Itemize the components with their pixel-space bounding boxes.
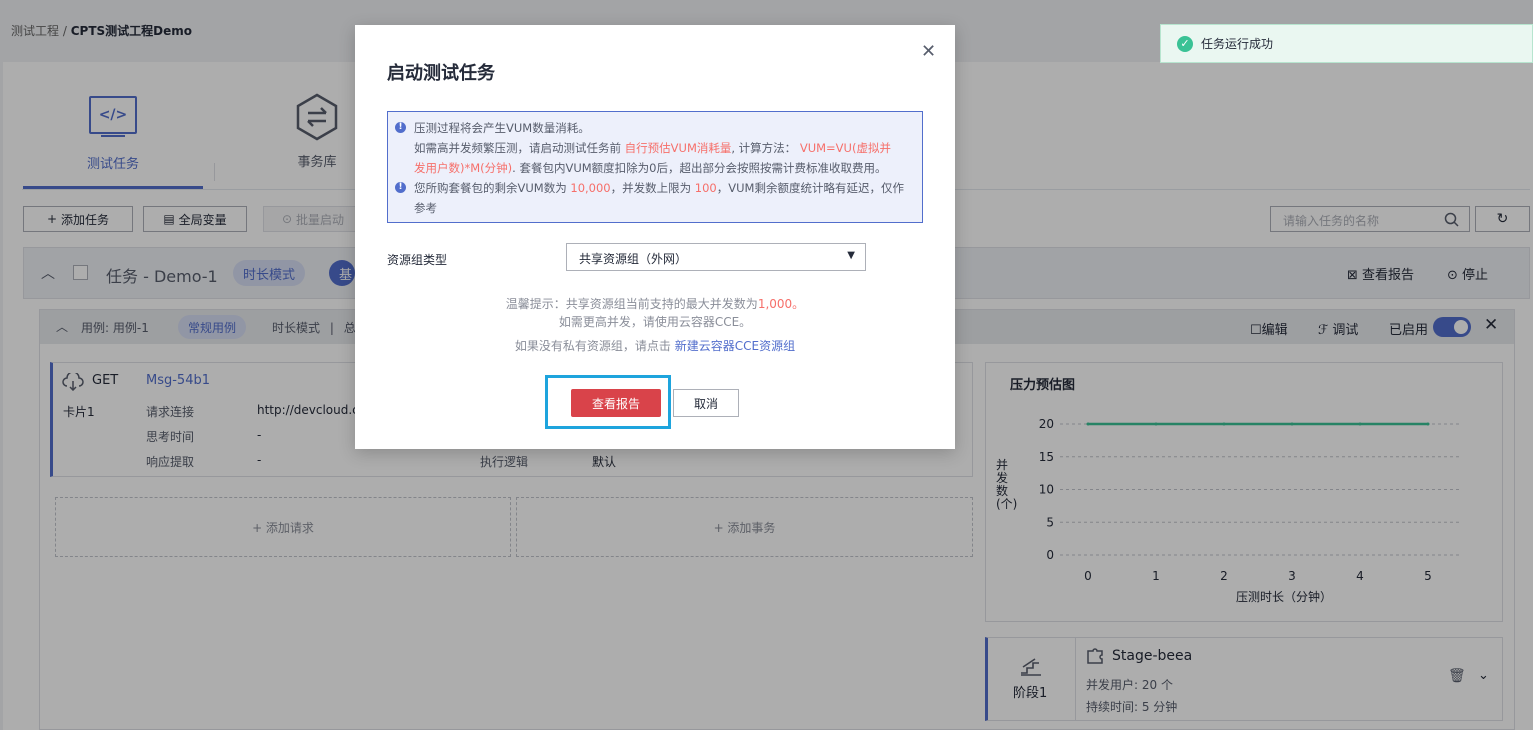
check-circle-icon: ✓ [1177,35,1193,52]
cancel-button[interactable]: 取消 [673,389,739,417]
toast-text: 任务运行成功 [1201,37,1274,51]
resource-group-select[interactable]: 共享资源组（外网） ▼ [566,243,866,271]
info-icon: ! [395,122,406,133]
vum-info-box: ! 压测过程将会产生VUM数量消耗。 如需高并发频繁压测，请启动测试任务前 自行… [387,111,923,223]
dialog-close-icon[interactable]: ✕ [921,41,936,62]
info-icon: ! [395,182,406,193]
private-group-tip: 如果没有私有资源组，请点击 新建云容器CCE资源组 [514,339,796,353]
cce-tip: 如需更高并发，请使用云容器CCE。 [558,315,752,329]
concurrency-tip: 温馨提示：共享资源组当前支持的最大并发数为1,000。 [505,297,805,311]
dialog-title: 启动测试任务 [387,63,495,84]
view-report-button[interactable]: 查看报告 [571,389,661,417]
dropdown-arrow-icon: ▼ [847,250,855,261]
resource-group-label: 资源组类型 [387,253,448,267]
success-toast: ✓ 任务运行成功 [1160,24,1533,63]
start-task-dialog: 启动测试任务 ✕ ! 压测过程将会产生VUM数量消耗。 如需高并发频繁压测，请启… [355,25,955,449]
create-cce-group-link[interactable]: 新建云容器CCE资源组 [675,339,795,353]
